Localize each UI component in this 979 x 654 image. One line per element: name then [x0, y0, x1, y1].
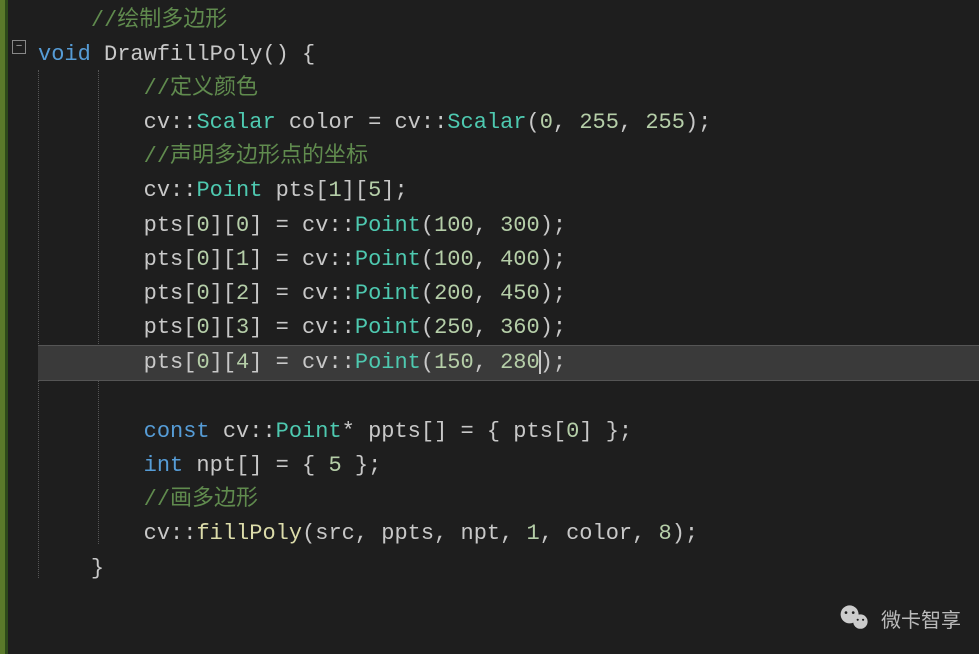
code-line[interactable]: cv::Point pts[1][5]; [38, 174, 979, 208]
code-line[interactable]: pts[0][0] = cv::Point(100, 300); [38, 209, 979, 243]
keyword: void [38, 42, 91, 67]
code-editor[interactable]: //绘制多边形 void DrawfillPoly() { //定义颜色 cv:… [0, 0, 979, 586]
code-line[interactable]: //画多边形 [38, 483, 979, 517]
code-line[interactable]: pts[0][3] = cv::Point(250, 360); [38, 311, 979, 345]
code-line[interactable]: //绘制多边形 [38, 4, 979, 38]
code-line[interactable]: int npt[] = { 5 }; [38, 449, 979, 483]
code-line[interactable]: cv::fillPoly(src, ppts, npt, 1, color, 8… [38, 517, 979, 551]
comment-text: //定义颜色 [144, 76, 258, 101]
code-line[interactable]: cv::Scalar color = cv::Scalar(0, 255, 25… [38, 106, 979, 140]
comment-text: //绘制多边形 [91, 8, 227, 33]
code-line-active[interactable]: pts[0][4] = cv::Point(150, 280); [38, 345, 979, 381]
code-line[interactable]: //定义颜色 [38, 72, 979, 106]
code-line[interactable]: void DrawfillPoly() { [38, 38, 979, 72]
code-line[interactable] [38, 381, 979, 415]
wechat-icon [837, 600, 873, 636]
code-line[interactable]: pts[0][1] = cv::Point(100, 400); [38, 243, 979, 277]
watermark-text: 微卡智享 [881, 604, 961, 633]
watermark: 微卡智享 [837, 600, 961, 636]
code-line[interactable]: pts[0][2] = cv::Point(200, 450); [38, 277, 979, 311]
code-line[interactable]: const cv::Point* ppts[] = { pts[0] }; [38, 415, 979, 449]
code-line[interactable]: } [38, 552, 979, 586]
comment-text: //画多边形 [144, 487, 258, 512]
comment-text: //声明多边形点的坐标 [144, 144, 368, 169]
code-line[interactable]: //声明多边形点的坐标 [38, 140, 979, 174]
